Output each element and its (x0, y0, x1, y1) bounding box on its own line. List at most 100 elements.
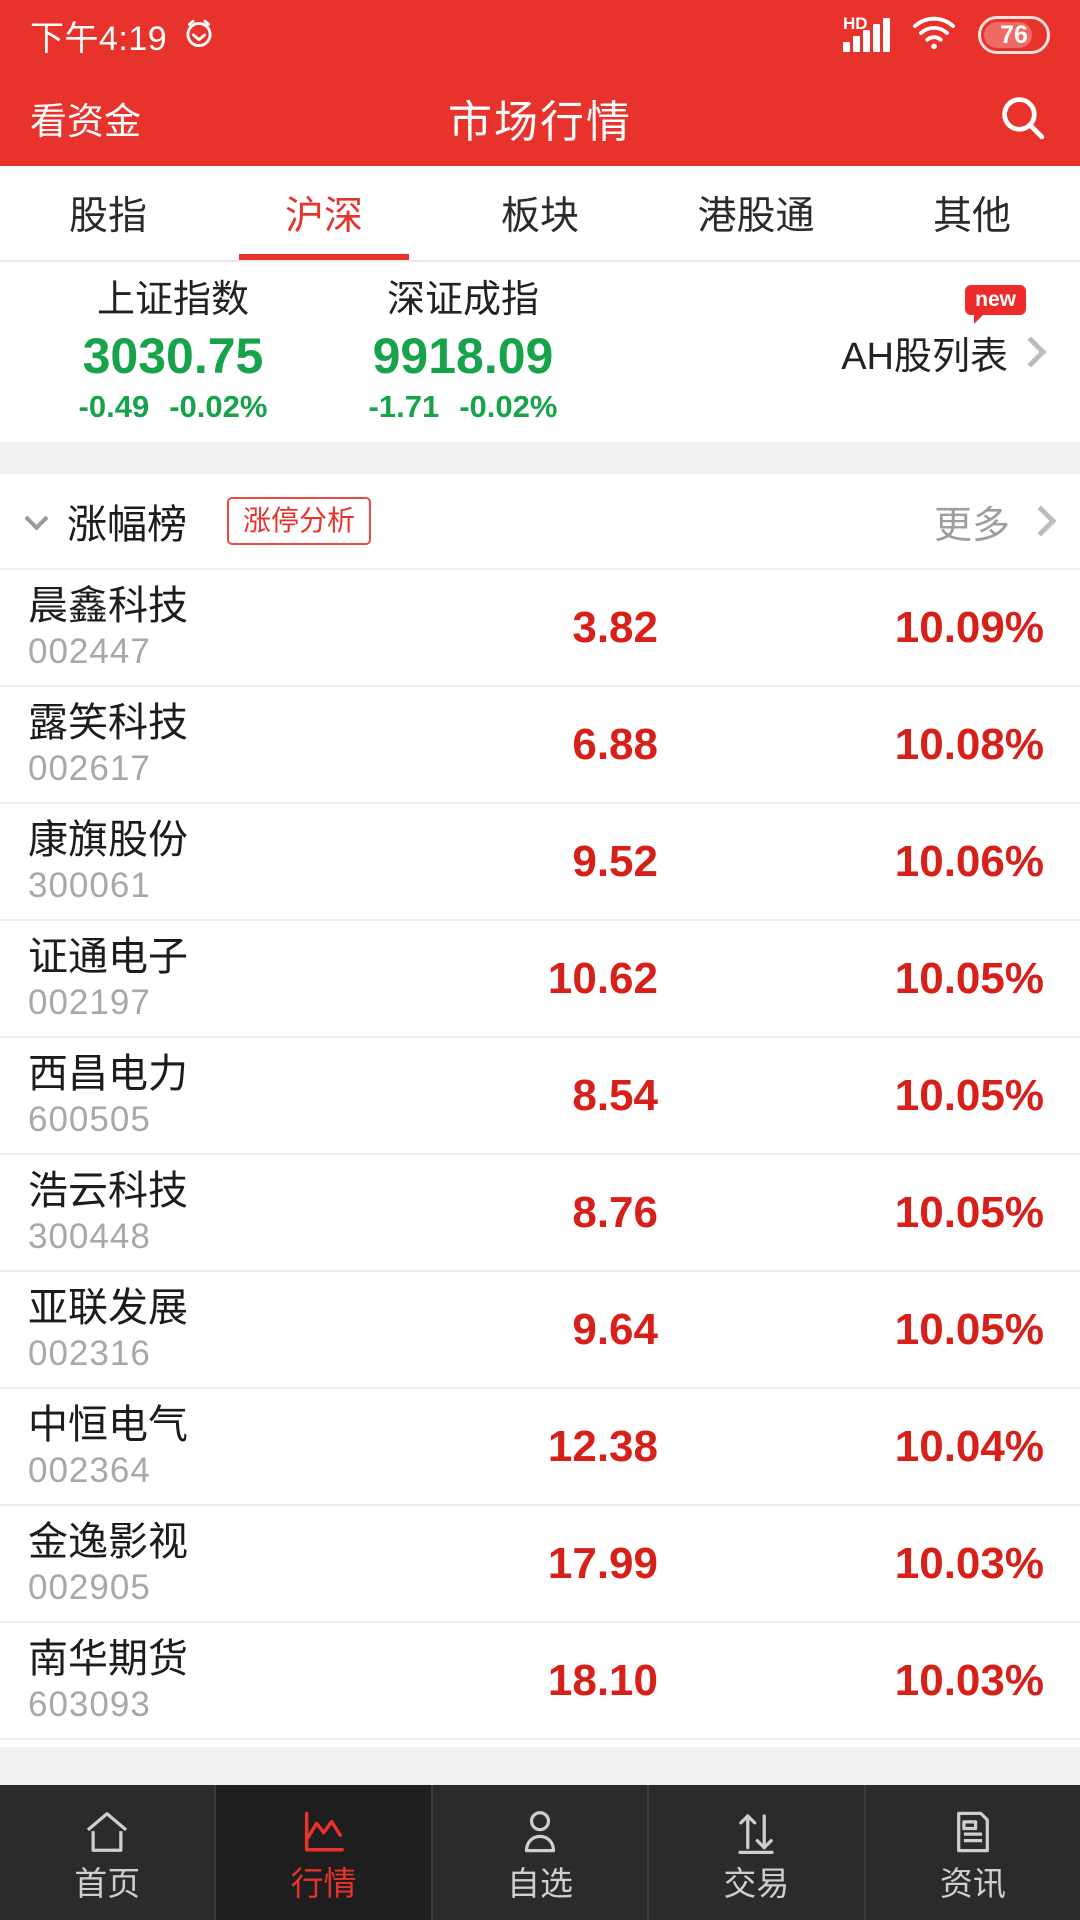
stock-name: 浩云科技 (28, 1168, 188, 1213)
battery-indicator: 76 (978, 16, 1050, 54)
stock-change-pct: 10.05% (894, 1070, 1044, 1120)
search-icon[interactable] (996, 91, 1050, 145)
app-bar: 看资金 市场行情 (0, 70, 1080, 166)
ah-stock-list-label: AH股列表 new (841, 284, 1026, 380)
index-value: 9918.09 (372, 327, 554, 384)
stock-code: 002905 (28, 1567, 151, 1607)
index-name: 深证成指 (386, 278, 539, 321)
bottom-navigation: 首页 行情 自选 交易 资讯 (0, 1785, 1080, 1920)
chevron-right-icon (1015, 336, 1047, 368)
table-row[interactable]: 金逸影视 002905 17.99 10.03% (0, 1506, 1080, 1623)
stock-code: 002316 (28, 1333, 151, 1373)
table-row[interactable]: 亚联发展 002316 9.64 10.05% (0, 1272, 1080, 1389)
index-name: 上证指数 (96, 278, 249, 321)
tab-guzhi[interactable]: 股指 (0, 166, 216, 260)
network-type-label: HD (843, 14, 868, 33)
tab-qita[interactable]: 其他 (864, 166, 1080, 260)
tab-label: 其他 (932, 195, 1011, 238)
stock-identity: 中恒电气 002364 (28, 1402, 358, 1492)
tab-label: 沪深 (284, 195, 363, 238)
status-bar-left: 下午4:19 (30, 11, 217, 60)
index-change-pct: -0.02% (459, 389, 558, 425)
nav-label: 资讯 (939, 1865, 1006, 1902)
stock-price: 8.76 (572, 1187, 658, 1237)
table-row[interactable]: 西昌电力 600505 8.54 10.05% (0, 1038, 1080, 1155)
tab-label: 板块 (500, 195, 579, 238)
stock-code: 300061 (28, 865, 151, 905)
stock-price: 8.54 (572, 1070, 658, 1120)
stock-code: 300448 (28, 1216, 151, 1256)
nav-label: 首页 (74, 1865, 141, 1902)
tab-bankuai[interactable]: 板块 (432, 166, 648, 260)
index-change: -0.49 (78, 389, 150, 425)
index-summary: 上证指数 3030.75 -0.49 -0.02% 深证成指 9918.09 -… (0, 262, 1080, 442)
more-button[interactable]: 更多 (933, 494, 1057, 549)
signal-bars-icon: HD (843, 14, 890, 52)
ah-stock-list-entry[interactable]: AH股列表 new (841, 284, 1052, 380)
stock-name: 康旗股份 (28, 817, 188, 862)
index-card-shenzhen[interactable]: 深证成指 9918.09 -1.71 -0.02% (318, 279, 608, 425)
new-badge: new (965, 284, 1026, 324)
stock-change-pct: 10.05% (894, 953, 1044, 1003)
stock-change-pct: 10.05% (894, 1187, 1044, 1237)
nav-item-watchlist[interactable]: 自选 (433, 1785, 650, 1920)
stock-name: 晨鑫科技 (28, 583, 188, 628)
stock-identity: 金逸影视 002905 (28, 1519, 358, 1609)
stock-price: 12.38 (547, 1421, 658, 1471)
list-bottom-divider (0, 1747, 1080, 1785)
index-card-shanghai[interactable]: 上证指数 3030.75 -0.49 -0.02% (28, 279, 318, 425)
home-icon (81, 1805, 133, 1859)
nav-item-trade[interactable]: 交易 (649, 1785, 866, 1920)
page-title: 市场行情 (448, 98, 632, 147)
stock-name: 西昌电力 (28, 1051, 188, 1096)
table-row[interactable]: 浩云科技 300448 8.76 10.05% (0, 1155, 1080, 1272)
stock-identity: 证通电子 002197 (28, 934, 358, 1024)
table-row[interactable]: 证通电子 002197 10.62 10.05% (0, 921, 1080, 1038)
table-row[interactable]: 露笑科技 002617 6.88 10.08% (0, 687, 1080, 804)
tab-label: 港股通 (697, 195, 815, 238)
stock-price: 9.52 (572, 836, 658, 886)
battery-level: 76 (1000, 20, 1028, 49)
stock-change-pct: 10.08% (894, 719, 1044, 769)
nav-item-news[interactable]: 资讯 (866, 1785, 1080, 1920)
table-row[interactable]: 晨鑫科技 002447 3.82 10.09% (0, 570, 1080, 687)
news-icon (947, 1805, 999, 1859)
stock-code: 600505 (28, 1099, 151, 1139)
nav-item-market[interactable]: 行情 (216, 1785, 433, 1920)
table-row[interactable]: 中恒电气 002364 12.38 10.04% (0, 1389, 1080, 1506)
more-label: 更多 (933, 504, 1010, 547)
limit-up-analysis-button[interactable]: 涨停分析 (227, 497, 372, 545)
nav-item-home[interactable]: 首页 (0, 1785, 217, 1920)
stock-change-pct: 10.06% (894, 836, 1044, 886)
stock-identity: 康旗股份 300061 (28, 817, 358, 907)
stock-identity: 晨鑫科技 002447 (28, 583, 358, 673)
table-row[interactable]: 康旗股份 300061 9.52 10.06% (0, 804, 1080, 921)
stock-name: 中恒电气 (28, 1402, 188, 1447)
chart-icon (298, 1805, 350, 1859)
view-funds-button[interactable]: 看资金 (30, 91, 141, 145)
stock-name: 证通电子 (28, 934, 188, 979)
stock-change-pct: 10.05% (894, 1304, 1044, 1354)
tab-hushen[interactable]: 沪深 (216, 166, 432, 260)
stock-identity: 西昌电力 600505 (28, 1051, 358, 1141)
alarm-clock-icon (181, 15, 217, 56)
stock-price: 18.10 (547, 1655, 658, 1705)
nav-label: 自选 (507, 1865, 574, 1902)
stock-identity: 亚联发展 002316 (28, 1285, 358, 1375)
stock-price: 17.99 (547, 1538, 658, 1588)
stock-identity: 浩云科技 300448 (28, 1168, 358, 1258)
gainers-section-header: 涨幅榜 涨停分析 更多 (0, 474, 1080, 570)
chevron-down-icon[interactable] (24, 505, 49, 531)
stock-price: 6.88 (572, 719, 658, 769)
tab-label: 股指 (68, 195, 147, 238)
stock-code: 002617 (28, 748, 151, 788)
exchange-arrows-icon (730, 1805, 782, 1859)
table-row[interactable]: 南华期货 603093 18.10 10.03% (0, 1623, 1080, 1740)
stock-change-pct: 10.03% (894, 1655, 1044, 1705)
chevron-right-icon (1025, 505, 1057, 537)
tab-ganggutong[interactable]: 港股通 (648, 166, 864, 260)
stock-identity: 露笑科技 002617 (28, 700, 358, 790)
status-time: 下午4:19 (30, 19, 168, 58)
stock-price: 9.64 (572, 1304, 658, 1354)
stock-code: 603093 (28, 1684, 151, 1724)
